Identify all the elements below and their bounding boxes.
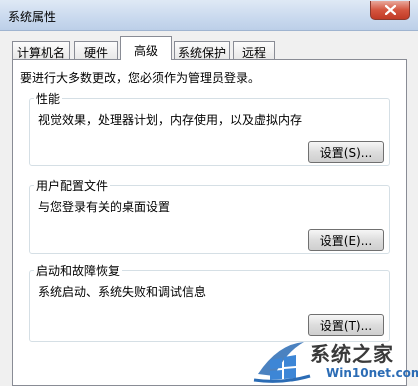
tab-strip: 计算机名 硬件 高级 系统保护 远程 [12,36,412,60]
watermark: 系统之家 Win10net.com [252,336,418,386]
performance-group: 性能 视觉效果，处理器计划，内存使用，以及虚拟内存 设置(S)... [29,90,390,166]
performance-settings-button[interactable]: 设置(S)... [308,141,384,163]
windows-logo-icon [253,342,311,383]
admin-notice: 要进行大多数更改，您必须作为管理员登录。 [20,71,261,85]
startup-recovery-settings-button[interactable]: 设置(T)... [308,314,384,336]
tab-remote[interactable]: 远程 [233,41,275,60]
tab-advanced[interactable]: 高级 [120,36,172,60]
startup-recovery-title: 启动和故障恢复 [34,262,123,279]
user-profiles-group: 用户配置文件 与您登录有关的桌面设置 设置(E)... [29,177,390,254]
watermark-url: Win10net.com [326,366,418,380]
performance-description: 视觉效果，处理器计划，内存使用，以及虚拟内存 [38,113,303,127]
startup-recovery-group: 启动和故障恢复 系统启动、系统失败和调试信息 设置(T)... [29,262,390,342]
user-profiles-description: 与您登录有关的桌面设置 [38,200,171,214]
performance-title: 性能 [34,90,63,107]
close-icon [385,5,396,15]
watermark-brand: 系统之家 [310,342,394,366]
user-profiles-settings-button[interactable]: 设置(E)... [308,229,384,251]
startup-recovery-description: 系统启动、系统失败和调试信息 [38,285,207,299]
window-title: 系统属性 [8,10,57,24]
close-button[interactable] [370,1,410,20]
title-bar[interactable]: 系统属性 [0,0,418,31]
tab-computer-name[interactable]: 计算机名 [12,41,70,60]
user-profiles-title: 用户配置文件 [34,177,111,194]
tab-system-protection[interactable]: 系统保护 [174,41,230,60]
tab-hardware[interactable]: 硬件 [74,41,118,60]
